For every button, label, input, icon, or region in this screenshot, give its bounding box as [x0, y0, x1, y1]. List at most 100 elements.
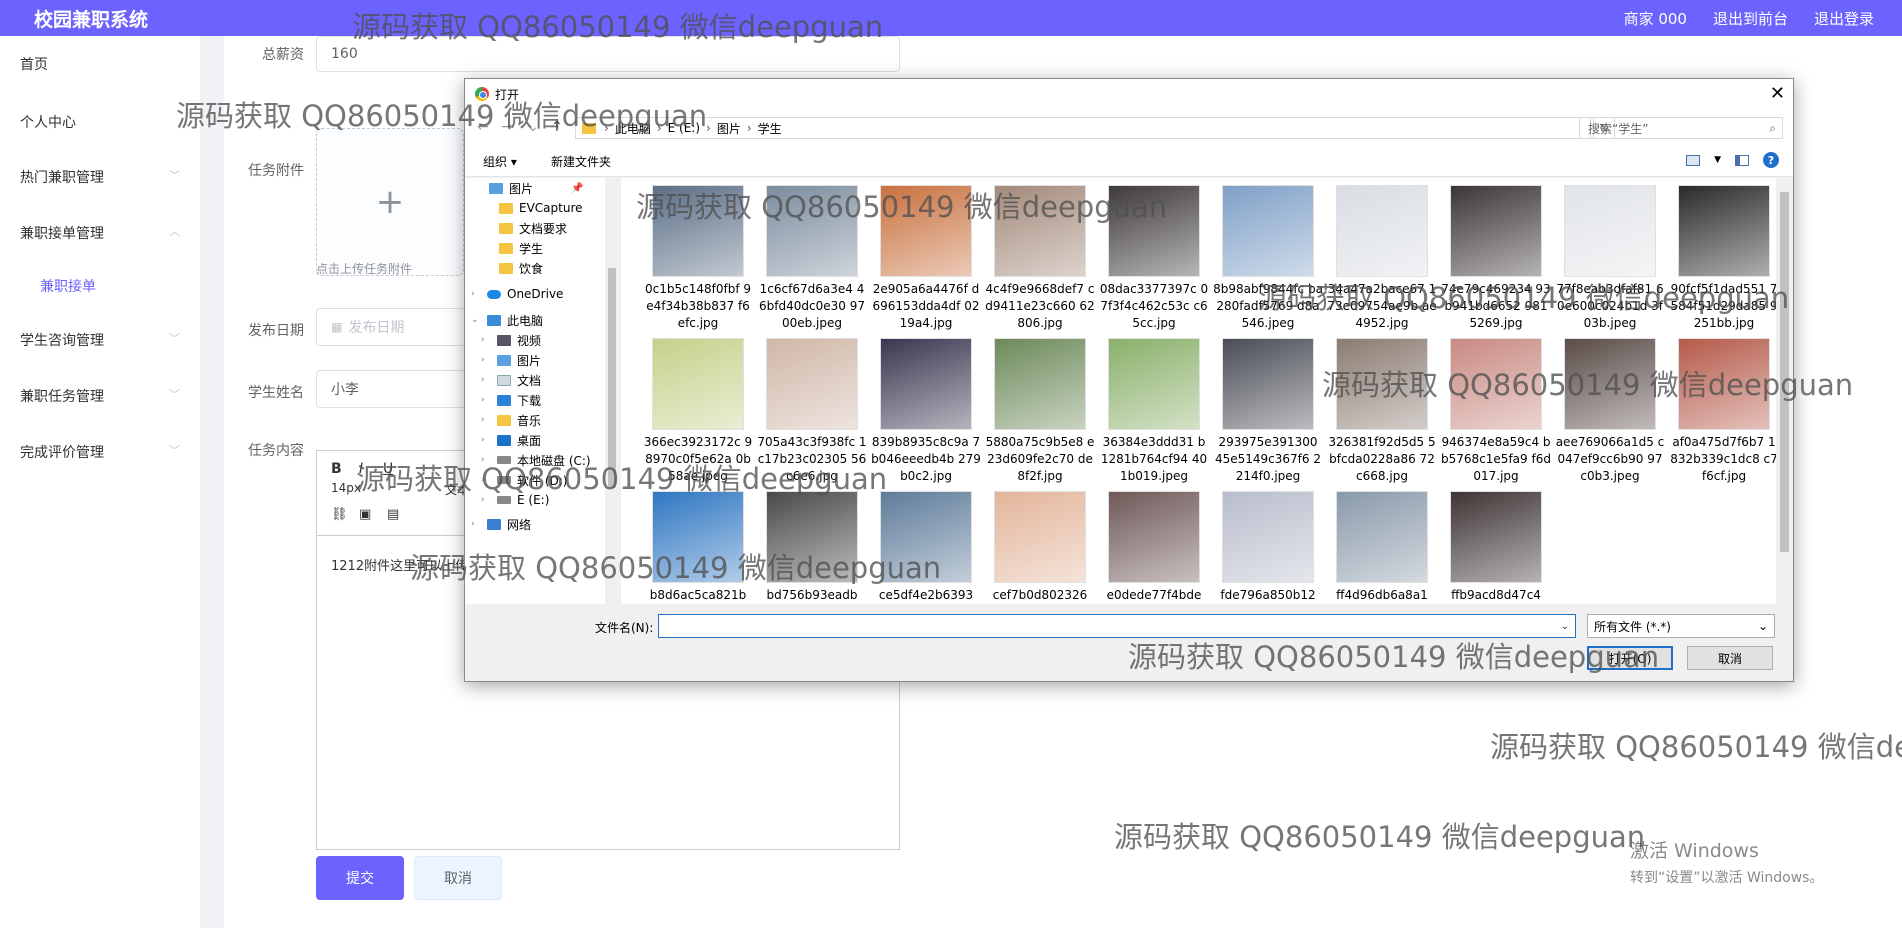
file-item[interactable]: 34a47a2bace67 173e09754ae9b ae4952.jpg	[1327, 185, 1437, 332]
new-folder-button[interactable]: 新建文件夹	[551, 153, 611, 170]
file-item[interactable]: 90fcf5f1dad551 7584f51d29da85 9251bb.jpg	[1669, 185, 1779, 332]
video-icon[interactable]: ▤	[387, 507, 399, 522]
file-item[interactable]: 8b98abf9844fc ba280fadf5769 d8a546.jpeg	[1213, 185, 1323, 332]
file-item[interactable]: 326381f92d5d5 5bfcda0228a86 72c668.jpg	[1327, 338, 1437, 485]
recent-dropdown-icon[interactable]: ⌄	[527, 119, 539, 135]
expand-arrow-icon[interactable]: ›	[481, 375, 491, 385]
sidebar-item-home[interactable]: 首页	[20, 54, 180, 74]
file-item[interactable]: af0a475d7f6b7 1832b339c1dc8 c7f6cf.jpg	[1669, 338, 1779, 485]
back-arrow-icon[interactable]: ←	[477, 119, 489, 135]
file-item[interactable]: aee769066a1d5 c047ef9cc6b90 97c0b3.jpeg	[1555, 338, 1665, 485]
nav-item[interactable]: 文档要求	[499, 218, 567, 238]
breadcrumb-drive-e[interactable]: E (E:)	[668, 121, 700, 135]
file-scrollbar[interactable]	[1776, 178, 1793, 604]
file-item[interactable]: bd756b93eadb	[757, 491, 867, 604]
open-button[interactable]: 打开(O)	[1587, 646, 1673, 670]
file-item[interactable]: 0c1b5c148f0fbf 9e4f34b38b837 f6efc.jpg	[643, 185, 753, 332]
file-item[interactable]: cef7b0d802326	[985, 491, 1095, 604]
expand-arrow-icon[interactable]: ›	[481, 415, 491, 425]
upload-attachment-box[interactable]: +	[316, 128, 464, 276]
nav-item[interactable]: 图片 📌	[489, 178, 583, 198]
sidebar-item-reviews[interactable]: 完成评价管理 ﹀	[20, 442, 180, 462]
up-arrow-icon[interactable]: ↑	[551, 119, 563, 135]
file-item[interactable]: 36384e3ddd31 b1281b764cf94 401b019.jpeg	[1099, 338, 1209, 485]
expand-arrow-icon[interactable]: ›	[481, 435, 491, 445]
image-icon[interactable]: ▣	[359, 507, 371, 522]
sidebar-item-tasks[interactable]: 兼职任务管理 ﹀	[20, 386, 180, 406]
nav-item[interactable]: › 网络	[471, 514, 531, 534]
expand-arrow-icon[interactable]: ›	[481, 395, 491, 405]
file-item[interactable]: 946374e8a59c4 bb5768c1e5fa9 f6d017.jpg	[1441, 338, 1551, 485]
expand-arrow-icon[interactable]: ›	[481, 475, 491, 485]
close-icon[interactable]: ✕	[1770, 83, 1785, 104]
file-item[interactable]: e0dede77f4bde	[1099, 491, 1209, 604]
file-item[interactable]: 705a43c3f938fc 1c17b23c02305 56c6e6.jpg	[757, 338, 867, 485]
nav-item[interactable]: › 软件 (D:)	[481, 470, 567, 490]
collapse-arrow-icon[interactable]: ⌄	[471, 315, 481, 325]
view-mode-icon[interactable]	[1686, 154, 1701, 166]
nav-scrollbar[interactable]	[605, 178, 619, 604]
nav-item[interactable]: › E (E:)	[481, 490, 549, 510]
file-item[interactable]: ff4d96db6a8a1	[1327, 491, 1437, 604]
sidebar-item-order-management[interactable]: 兼职接单管理 ︿	[20, 223, 180, 243]
exit-to-front-link[interactable]: 退出到前台	[1713, 8, 1788, 29]
nav-item[interactable]: EVCapture	[499, 198, 583, 218]
nav-item[interactable]: ⌄ 此电脑	[471, 310, 543, 330]
expand-arrow-icon[interactable]: ›	[471, 289, 481, 299]
expand-arrow-icon[interactable]: ›	[481, 355, 491, 365]
file-item[interactable]: 77f8eab3dfaf81 60e600c024b1d 3f03b.jpeg	[1555, 185, 1665, 332]
file-item[interactable]: 5880a75c9b5e8 e23d609fe2c70 de8f2f.jpg	[985, 338, 1095, 485]
cancel-button[interactable]: 取消	[414, 856, 502, 900]
help-icon[interactable]: ?	[1763, 152, 1779, 168]
forward-arrow-icon[interactable]: →	[501, 119, 513, 135]
sidebar-subitem-orders[interactable]: 兼职接单	[40, 276, 96, 296]
nav-item[interactable]: › OneDrive	[471, 284, 563, 304]
nav-item[interactable]: › 图片	[481, 350, 541, 370]
expand-arrow-icon[interactable]: ›	[481, 455, 491, 465]
file-type-select[interactable]: 所有文件 (*.*) ⌄	[1587, 614, 1775, 638]
nav-item[interactable]: › 下载	[481, 390, 541, 410]
expand-arrow-icon[interactable]: ›	[481, 335, 491, 345]
organize-button[interactable]: 组织 ▾	[483, 153, 517, 170]
sidebar-item-consultation[interactable]: 学生咨询管理 ﹀	[20, 330, 180, 350]
nav-item[interactable]: 学生	[499, 238, 543, 258]
underline-button[interactable]: U	[383, 461, 393, 477]
nav-item[interactable]: › 文档	[481, 370, 541, 390]
file-item[interactable]: 293975e391300 45e5149c367f6 2214f0.jpeg	[1213, 338, 1323, 485]
breadcrumb-pictures[interactable]: 图片	[717, 120, 741, 137]
nav-item[interactable]: 饮食	[499, 258, 543, 278]
file-item[interactable]: ffb9acd8d47c4	[1441, 491, 1551, 604]
file-item[interactable]: 839b8935c8c9a 7b046eeedb4b 279b0c2.jpg	[871, 338, 981, 485]
logout-link[interactable]: 退出登录	[1814, 8, 1874, 29]
italic-button[interactable]: I	[359, 461, 363, 477]
file-item[interactable]: 2e905a6a4476f d696153dda4df 0219a4.jpg	[871, 185, 981, 332]
file-item[interactable]: 08dac3377397c 07f3f4c462c53c c65cc.jpg	[1099, 185, 1209, 332]
search-input[interactable]: 搜索“学生” ⌕	[1579, 117, 1783, 139]
file-item[interactable]: 4c4f9e9668def7 cd9411e23c660 62806.jpg	[985, 185, 1095, 332]
expand-arrow-icon[interactable]: ›	[471, 519, 481, 529]
file-item[interactable]: 366ec3923172c 98970c0f5e62a 0b58ae.jpeg	[643, 338, 753, 485]
preview-pane-icon[interactable]	[1735, 154, 1749, 166]
file-item[interactable]: 1c6cf67d6a3e4 46bfd40dc0e30 9700eb.jpeg	[757, 185, 867, 332]
view-dropdown-icon[interactable]: ▼	[1714, 155, 1721, 165]
dialog-cancel-button[interactable]: 取消	[1687, 646, 1773, 670]
file-item[interactable]: ce5df4e2b6393	[871, 491, 981, 604]
expand-arrow-icon[interactable]: ›	[481, 495, 491, 505]
file-item[interactable]: b8d6ac5ca821b	[643, 491, 753, 604]
sidebar-item-hot-jobs[interactable]: 热门兼职管理 ﹀	[20, 167, 180, 187]
bold-button[interactable]: B	[331, 461, 342, 477]
breadcrumb-this-pc[interactable]: 此电脑	[615, 120, 651, 137]
file-item[interactable]: 74e79c469234 93b941bd6652 9815269.jpg	[1441, 185, 1551, 332]
nav-item[interactable]: › 音乐	[481, 410, 541, 430]
nav-item[interactable]: › 本地磁盘 (C:)	[481, 450, 591, 470]
salary-input[interactable]: 160	[316, 36, 900, 72]
filename-input[interactable]: ⌄	[658, 614, 1576, 638]
sidebar-item-profile[interactable]: 个人中心	[20, 112, 180, 132]
nav-item[interactable]: › 视频	[481, 330, 541, 350]
nav-item[interactable]: › 桌面	[481, 430, 541, 450]
font-size-select[interactable]: 14px	[331, 481, 361, 495]
file-item[interactable]: fde796a850b12	[1213, 491, 1323, 604]
chevron-down-icon[interactable]: ⌄	[1561, 621, 1569, 632]
link-icon[interactable]: ⛓	[331, 507, 348, 522]
submit-button[interactable]: 提交	[316, 856, 404, 900]
